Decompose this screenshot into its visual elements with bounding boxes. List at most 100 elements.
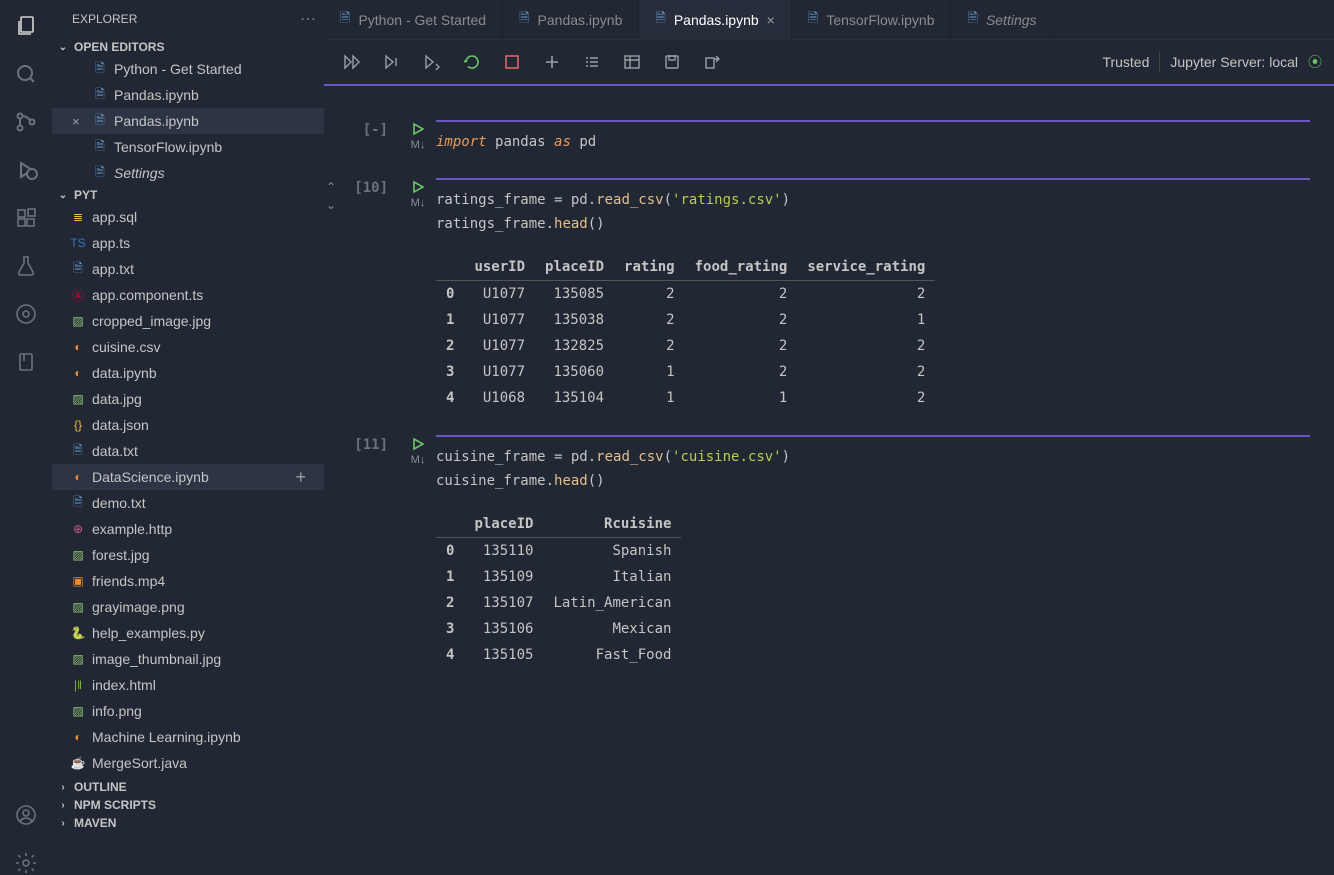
run-cell-icon[interactable] [411, 180, 425, 194]
run-cell-icon[interactable] [411, 122, 425, 136]
file-item[interactable]: ▨grayimage.png [52, 594, 324, 620]
editor-tab[interactable]: 🗎Pandas.ipynb× [639, 0, 791, 39]
file-item[interactable]: TSapp.ts [52, 230, 324, 256]
file-item[interactable]: Ⓐapp.component.ts [52, 282, 324, 308]
clear-output-icon[interactable] [576, 46, 608, 78]
file-label: help_examples.py [92, 625, 205, 641]
file-item[interactable]: 🗎data.txt [52, 438, 324, 464]
run-above-icon[interactable] [376, 46, 408, 78]
npm-label: NPM SCRIPTS [74, 798, 156, 812]
file-label: example.http [92, 521, 172, 537]
file-icon: 🗎 [655, 9, 665, 31]
search-icon[interactable] [14, 62, 38, 86]
file-item[interactable]: ◐data.ipynb [52, 360, 324, 386]
extensions-icon[interactable] [14, 206, 38, 230]
more-icon[interactable]: ⋯ [300, 9, 316, 29]
editor-tab[interactable]: 🗎 TensorFlow.ipynb [792, 0, 952, 39]
run-all-icon[interactable] [336, 46, 368, 78]
run-below-icon[interactable] [416, 46, 448, 78]
open-editors-header[interactable]: ⌄ OPEN EDITORS [52, 38, 324, 56]
export-icon[interactable] [696, 46, 728, 78]
explorer-header: EXPLORER ⋯ [52, 0, 324, 38]
explorer-title: EXPLORER [72, 12, 137, 26]
code-content[interactable]: import pandas as pd [436, 130, 1310, 154]
account-icon[interactable] [14, 803, 38, 827]
open-editor-item[interactable]: 🗎Pandas.ipynb [52, 82, 324, 108]
file-item[interactable]: ◐DataScience.ipynb+ [52, 464, 324, 490]
img-icon: ▨ [70, 651, 86, 667]
cell-move-arrows[interactable]: ⌃⌄ [324, 178, 342, 212]
file-tree: ≣app.sqlTSapp.ts🗎app.txtⒶapp.component.t… [52, 204, 324, 776]
close-icon[interactable]: × [72, 114, 86, 129]
run-cell-icon[interactable] [411, 437, 425, 451]
file-item[interactable]: ▨info.png [52, 698, 324, 724]
server-label[interactable]: Jupyter Server: local [1170, 54, 1298, 70]
file-item[interactable]: 🗎demo.txt [52, 490, 324, 516]
tab-label: TensorFlow.ipynb [826, 12, 934, 28]
add-cell-icon[interactable] [536, 46, 568, 78]
editor-tab[interactable]: 🗎Settings [951, 0, 1053, 39]
file-item[interactable]: {}data.json [52, 412, 324, 438]
editor-tab[interactable]: 🗎Python - Get Started [324, 0, 503, 39]
notebook-cell: [11] M↓ cuisine_frame = pd.read_csv('cui… [324, 435, 1334, 668]
restart-icon[interactable] [456, 46, 488, 78]
execution-count: [-] [342, 120, 400, 138]
code-content[interactable]: ratings_frame = pd.read_csv('ratings.csv… [436, 188, 1310, 236]
save-icon[interactable] [656, 46, 688, 78]
maven-header[interactable]: › MAVEN [52, 814, 324, 832]
file-label: data.ipynb [92, 365, 157, 381]
variables-icon[interactable] [616, 46, 648, 78]
project-header[interactable]: ⌄ PYT [52, 186, 324, 204]
server-status-icon: ⦿ [1308, 52, 1322, 72]
files-icon[interactable] [14, 14, 38, 38]
file-item[interactable]: ◐Machine Learning.ipynb [52, 724, 324, 750]
open-editors-list: 🗎Python - Get Started🗎Pandas.ipynb×🗎Pand… [52, 56, 324, 186]
file-item[interactable]: 🗎app.txt [52, 256, 324, 282]
add-icon[interactable]: + [295, 467, 306, 488]
markdown-toggle[interactable]: M↓ [411, 197, 426, 209]
open-editor-item[interactable]: 🗎Python - Get Started [52, 56, 324, 82]
file-icon: 🗎 [92, 61, 108, 77]
open-editor-item[interactable]: 🗎TensorFlow.ipynb [52, 134, 324, 160]
editor-tab[interactable]: 🗎Pandas.ipynb [503, 0, 639, 39]
trusted-label[interactable]: Trusted [1102, 54, 1149, 70]
remote-icon[interactable] [14, 302, 38, 326]
code-content[interactable]: cuisine_frame = pd.read_csv('cuisine.csv… [436, 445, 1310, 493]
open-editor-item[interactable]: 🗎Settings [52, 160, 324, 186]
gear-icon[interactable] [14, 851, 38, 875]
file-item[interactable]: ▣friends.mp4 [52, 568, 324, 594]
file-item[interactable]: |ǁindex.html [52, 672, 324, 698]
separator [1159, 52, 1160, 72]
debug-icon[interactable] [14, 158, 38, 182]
file-item[interactable]: ▨cropped_image.jpg [52, 308, 324, 334]
file-item[interactable]: ⊕example.http [52, 516, 324, 542]
file-label: Machine Learning.ipynb [92, 729, 241, 745]
file-item[interactable]: ◐cuisine.csv [52, 334, 324, 360]
file-item[interactable]: ▨image_thumbnail.jpg [52, 646, 324, 672]
npm-header[interactable]: › NPM SCRIPTS [52, 796, 324, 814]
video-icon: ▣ [70, 573, 86, 589]
open-editor-item[interactable]: ×🗎Pandas.ipynb [52, 108, 324, 134]
outline-header[interactable]: › OUTLINE [52, 778, 324, 796]
explorer-sidebar: EXPLORER ⋯ ⌄ OPEN EDITORS 🗎Python - Get … [52, 0, 324, 875]
img-icon: ▨ [70, 313, 86, 329]
file-icon: 🗎 [808, 9, 818, 31]
output-dataframe: placeIDRcuisine0135110Spanish1135109Ital… [436, 511, 681, 668]
file-item[interactable]: ☕MergeSort.java [52, 750, 324, 776]
close-icon[interactable]: × [767, 12, 775, 28]
interrupt-icon[interactable] [496, 46, 528, 78]
file-item[interactable]: 🐍help_examples.py [52, 620, 324, 646]
markdown-toggle[interactable]: M↓ [411, 454, 426, 466]
source-control-icon[interactable] [14, 110, 38, 134]
file-item[interactable]: ▨data.jpg [52, 386, 324, 412]
html-icon: |ǁ [70, 677, 86, 693]
beaker-icon[interactable] [14, 254, 38, 278]
bookmark-icon[interactable] [14, 350, 38, 374]
file-icon: 🗎 [92, 165, 108, 181]
notebook-cells: [-] M↓ import pandas as pd ⌃⌄ [10] M↓ ra… [324, 86, 1334, 875]
markdown-toggle[interactable]: M↓ [411, 139, 426, 151]
file-item[interactable]: ≣app.sql [52, 204, 324, 230]
file-item[interactable]: ▨forest.jpg [52, 542, 324, 568]
tab-bar: 🗎Python - Get Started🗎Pandas.ipynb🗎Panda… [324, 0, 1334, 40]
output-dataframe: userIDplaceIDratingfood_ratingservice_ra… [436, 254, 935, 411]
